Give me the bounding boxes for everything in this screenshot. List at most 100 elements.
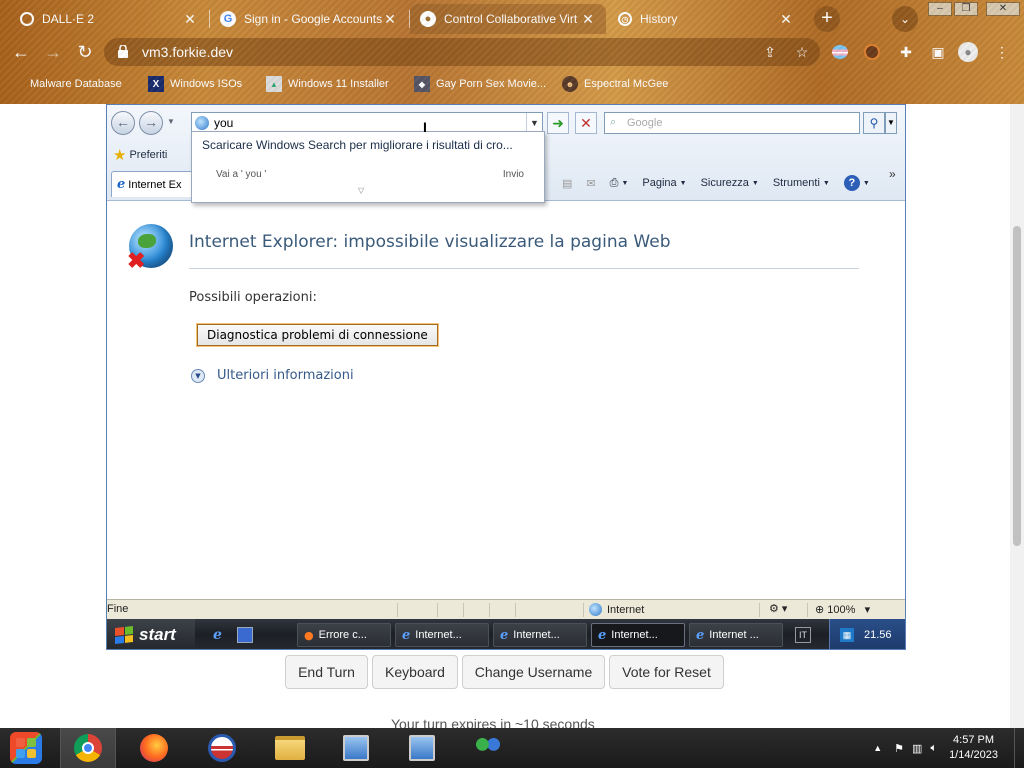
ie-search-input[interactable]: ⌕ Google [604, 112, 860, 134]
print-button[interactable]: ⎙ ▼ [610, 177, 629, 190]
tools-menu[interactable]: Strumenti ▼ [773, 177, 830, 189]
xp-task-ie-active[interactable]: e Internet... [591, 623, 685, 647]
chrome-menu-icon[interactable]: ⋮ [992, 42, 1012, 62]
profile-icon[interactable]: ● [958, 42, 978, 62]
language-indicator[interactable]: IT [795, 627, 811, 643]
more-info-label: Ulteriori informazioni [217, 368, 354, 383]
tab-dalle[interactable]: DALL·E 2 ✕ [10, 4, 208, 34]
page-menu[interactable]: Pagina ▼ [642, 177, 686, 189]
extension-flag-icon[interactable] [832, 42, 852, 62]
ie-page-icon [195, 116, 209, 130]
ie-back-button[interactable]: ← [111, 111, 135, 135]
history-icon: ◷ [618, 12, 632, 26]
quicklaunch-desktop-icon[interactable] [237, 627, 253, 643]
read-mail-icon[interactable]: ✉ [586, 177, 595, 190]
suggest-windows-search[interactable]: Scaricare Windows Search per migliorare … [202, 138, 513, 152]
forward-button[interactable]: → [42, 41, 64, 63]
users-icon [474, 736, 502, 760]
bookmark-movie-site[interactable]: ◆ Gay Porn Sex Movie... [414, 74, 546, 94]
host-task-explorer[interactable] [262, 728, 318, 768]
host-task-firefox[interactable] [126, 728, 182, 768]
action-center-flag-icon[interactable]: ⚑ [894, 742, 904, 755]
ie-search-options-icon[interactable]: ▼ [885, 112, 897, 134]
host-task-network-setup-2[interactable] [394, 728, 450, 768]
xp-task-ie[interactable]: e Internet... [493, 623, 587, 647]
status-divider [463, 603, 464, 617]
xp-task-ie[interactable]: e Internet ... [689, 623, 783, 647]
host-task-obama[interactable] [194, 728, 250, 768]
tab-control-collaborative[interactable]: ● Control Collaborative Virt ✕ [410, 4, 606, 34]
volume-icon[interactable]: 🔈︎ [930, 742, 937, 755]
expand-circle-icon: ▼ [191, 368, 205, 383]
tab-google-signin[interactable]: G Sign in - Google Accounts ✕ [210, 4, 408, 34]
side-panel-icon[interactable]: ▣ [928, 42, 948, 62]
ie-recent-pages-icon[interactable]: ▼ [167, 117, 175, 126]
xp-start-button[interactable]: start [107, 619, 195, 649]
keyboard-button[interactable]: Keyboard [372, 655, 458, 689]
page-scrollbar[interactable] [1010, 104, 1024, 728]
close-tab-icon[interactable]: ✕ [778, 11, 794, 28]
ie-favorites-button[interactable]: ★ Preferiti [113, 145, 167, 165]
more-info-link[interactable]: ▼ Ulteriori informazioni [191, 368, 354, 383]
bookmark-star-icon[interactable]: ☆ [792, 42, 812, 62]
favorites-star-icon: ★ [113, 147, 127, 164]
diagnose-connection-button[interactable]: Diagnostica problemi di connessione [197, 324, 438, 346]
xp-task-firefox[interactable]: ● Errore c... [297, 623, 391, 647]
reload-button[interactable]: ↻ [74, 41, 96, 63]
extensions-puzzle-icon[interactable]: ✚ [896, 42, 916, 62]
vote-reset-button[interactable]: Vote for Reset [609, 655, 724, 689]
zone-label: Internet [607, 603, 645, 616]
address-bar[interactable]: vm3.forkie.dev ⇪ ☆ [104, 38, 820, 66]
close-tab-icon[interactable]: ✕ [580, 11, 596, 28]
rss-feeds-icon[interactable]: ▤ [562, 177, 572, 190]
ie-search-button[interactable]: ⚲ [863, 112, 885, 134]
tray-app-icon[interactable]: ▦ [840, 627, 854, 642]
suggest-go-to[interactable]: Vai a ' you ' [216, 169, 266, 180]
quicklaunch-ie-icon[interactable]: e [213, 627, 229, 643]
change-username-button[interactable]: Change Username [462, 655, 605, 689]
xp-task-ie[interactable]: e Internet... [395, 623, 489, 647]
ie-icon: e [500, 627, 509, 643]
host-task-network-setup[interactable] [328, 728, 384, 768]
new-tab-button[interactable]: + [814, 6, 840, 32]
show-desktop-button[interactable] [1014, 728, 1024, 768]
vm-display[interactable]: ← → ▼ you ▼ ➜ ✕ ⌕ Google ⚲ ▼ ★ Preferiti… [106, 104, 906, 650]
more-commands-icon[interactable]: » [889, 167, 896, 181]
browser-chrome: DALL·E 2 ✕ G Sign in - Google Accounts ✕… [0, 0, 1024, 104]
ie-stop-button[interactable]: ✕ [575, 112, 597, 134]
scrollbar-thumb[interactable] [1013, 226, 1021, 546]
bookmark-espectral-mcgee[interactable]: ☻ Espectral McGee [562, 74, 668, 94]
back-button[interactable]: ← [10, 41, 32, 63]
show-hidden-icons[interactable]: ▲ [873, 743, 882, 753]
tab-title: Control Collaborative Virt [444, 12, 578, 26]
bookmark-malware-database[interactable]: Malware Database [14, 74, 122, 94]
extension-avatar-icon[interactable] [864, 42, 884, 62]
protected-mode-icon[interactable]: ⚙ ▾ [769, 602, 787, 615]
bookmark-windows-11-installer[interactable]: ▲ Windows 11 Installer [266, 74, 389, 94]
ie-go-button[interactable]: ➜ [547, 112, 569, 134]
restore-button[interactable]: ❐ [954, 2, 978, 16]
security-menu[interactable]: Sicurezza ▼ [701, 177, 759, 189]
zoom-level[interactable]: ⊕ 100% ▾ [815, 603, 870, 616]
help-button[interactable]: ? ▼ [843, 175, 870, 191]
host-start-button[interactable] [6, 731, 46, 765]
ie-address-dropdown-icon[interactable]: ▼ [526, 113, 542, 133]
bookmark-windows-isos[interactable]: X Windows ISOs [148, 74, 242, 94]
close-window-button[interactable]: ✕ [986, 2, 1020, 16]
close-tab-icon[interactable]: ✕ [182, 11, 198, 28]
security-zone[interactable]: Internet [589, 603, 644, 616]
tab-history[interactable]: ◷ History ✕ [608, 4, 804, 34]
share-icon[interactable]: ⇪ [760, 42, 780, 62]
close-tab-icon[interactable]: ✕ [382, 11, 398, 28]
network-icon[interactable]: ▥ [912, 742, 922, 755]
host-clock[interactable]: 4:57 PM 1/14/2023 [949, 733, 998, 763]
tab-search-button[interactable]: ⌄ [892, 6, 918, 32]
ie-forward-button[interactable]: → [139, 111, 163, 135]
host-task-chrome[interactable] [60, 728, 116, 768]
suggest-expand-icon[interactable]: ▽ [358, 186, 364, 195]
bookmark-folder-icon [14, 76, 24, 92]
host-task-users[interactable] [460, 728, 516, 768]
end-turn-button[interactable]: End Turn [285, 655, 368, 689]
minimize-button[interactable]: – [928, 2, 952, 16]
ie-tab[interactable]: e Internet Ex [111, 171, 195, 197]
